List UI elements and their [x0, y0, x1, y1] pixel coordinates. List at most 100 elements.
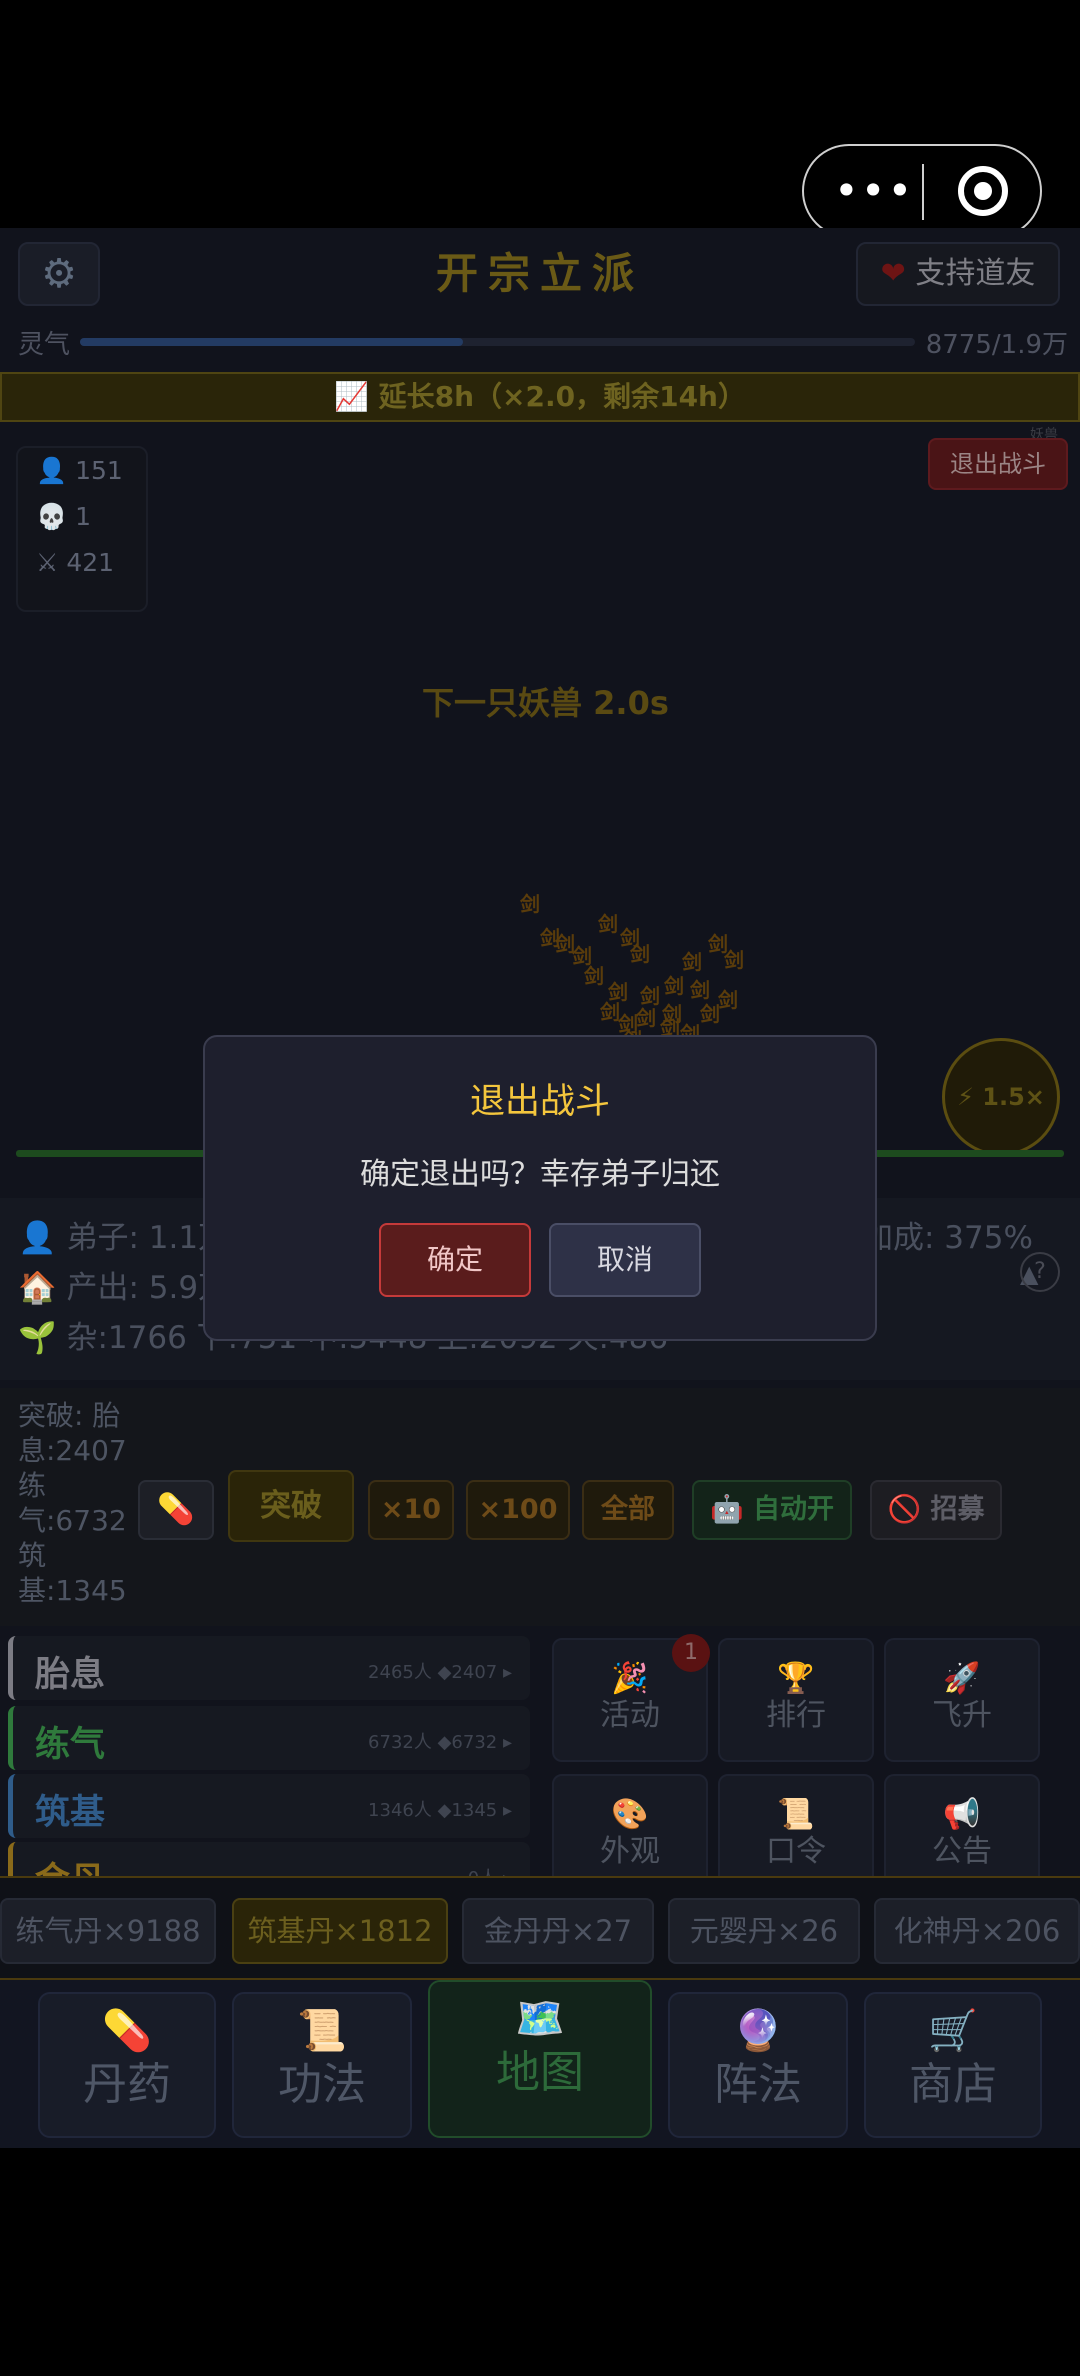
capsule-divider	[922, 164, 924, 220]
all-button[interactable]: 全部	[582, 1480, 674, 1540]
gear-icon[interactable]: ⚙	[18, 242, 100, 306]
exit-battle-dialog: 退出战斗 确定退出吗？幸存弟子归还 确定 取消	[203, 1035, 877, 1341]
rocket-icon: 🚀	[943, 1661, 981, 1696]
elixir-bar: 练气丹×9188 筑基丹×1812 金丹丹×27 元婴丹×26 化神丹×206	[0, 1876, 1080, 1980]
tile-label: 口令	[766, 1834, 826, 1869]
heart-icon: ❤	[880, 256, 906, 291]
cancel-button[interactable]: 取消	[549, 1223, 701, 1297]
map-icon: 🗺️	[515, 1996, 565, 2042]
realm-item-lianqi[interactable]: 练气 6732人 ◆6732 ▸	[8, 1706, 530, 1770]
breakthrough-status: 突破: 胎 息:2407 练 气:6732 筑 基:1345	[18, 1399, 127, 1607]
boost-banner[interactable]: 📈 延长8h（×2.0，剩余14h）	[0, 372, 1080, 422]
sword-projectile: 剑	[682, 950, 702, 974]
realm-meta: 6732人 ◆6732 ▸	[368, 1732, 512, 1753]
ascend-tile[interactable]: 🚀 飞升	[884, 1638, 1040, 1762]
breakthrough-panel: 突破: 胎 息:2407 练 气:6732 筑 基:1345 💊 突破 ×10 …	[0, 1388, 1080, 1626]
x10-button[interactable]: ×10	[368, 1480, 454, 1540]
support-label: 支持道友	[915, 256, 1036, 291]
nav-elixir[interactable]: 💊 丹药	[38, 1992, 216, 2138]
sword-projectile: 剑	[662, 1002, 682, 1026]
header: ⚙ 开宗立派 ❤ 支持道友	[0, 228, 1080, 318]
realm-item-taixi[interactable]: 胎息 2465人 ◆2407 ▸	[8, 1636, 530, 1700]
battle-stats: 👤 151 💀 1 ⚔ 421	[16, 446, 148, 612]
bonus-value: 加成: 375%	[862, 1220, 1033, 1256]
sword-projectile: 剑	[718, 988, 738, 1012]
scroll-icon: 📜	[777, 1797, 815, 1832]
elixir-huashen[interactable]: 化神丹×206	[874, 1898, 1080, 1964]
nav-label: 丹药	[83, 2059, 171, 2110]
sword-projectile: 剑	[724, 948, 744, 972]
help-button[interactable]: ?	[1020, 1252, 1060, 1292]
speed-toggle-button[interactable]: ⚡ 1.5×	[942, 1038, 1060, 1156]
elixir-lianqi[interactable]: 练气丹×9188	[0, 1898, 216, 1964]
exit-battle-button[interactable]: 退出战斗	[928, 438, 1068, 490]
tile-label: 排行	[766, 1698, 826, 1733]
realm-item-zhuji[interactable]: 筑基 1346人 ◆1345 ▸	[8, 1774, 530, 1838]
crystal-ball-icon: 🔮	[733, 2008, 783, 2054]
elixir-jindan[interactable]: 金丹丹×27	[462, 1898, 654, 1964]
scroll-icon: 📜	[297, 2008, 347, 2054]
kill-count: ⚔ 421	[36, 548, 115, 577]
nav-label: 功法	[278, 2059, 366, 2110]
next-beast-timer: 下一只妖兽 2.0s	[422, 684, 669, 722]
nav-label: 地图	[496, 2047, 584, 2098]
realm-item-jindan[interactable]: 金丹 0人 ▸	[8, 1842, 530, 1878]
announcement-tile[interactable]: 📢 公告	[884, 1774, 1040, 1876]
activity-badge: 1	[672, 1634, 710, 1672]
qi-value: 8775/1.9万	[925, 330, 1068, 360]
trophy-icon: 🏆	[777, 1661, 815, 1696]
nav-label: 商店	[909, 2059, 997, 2110]
realm-name: 金丹	[35, 1852, 105, 1878]
sword-projectile: 剑	[600, 1000, 620, 1024]
elixir-zhuji[interactable]: 筑基丹×1812	[232, 1898, 448, 1964]
tile-label: 飞升	[932, 1698, 992, 1733]
nav-formation[interactable]: 🔮 阵法	[668, 1992, 848, 2138]
palette-icon: 🎨	[611, 1797, 649, 1832]
qi-progress-bar	[80, 338, 915, 346]
pill-icon: 💊	[157, 1492, 195, 1527]
sword-projectile: 剑	[540, 926, 560, 950]
qi-progress-fill	[80, 338, 464, 346]
more-dots-icon[interactable]: •••	[834, 170, 914, 212]
support-button[interactable]: ❤ 支持道友	[856, 242, 1060, 306]
confirm-button[interactable]: 确定	[379, 1223, 531, 1297]
cart-icon: 🛒	[928, 2008, 978, 2054]
realm-name: 胎息	[35, 1655, 106, 1695]
pill-icon: 💊	[102, 2008, 152, 2054]
realm-meta: 1346人 ◆1345 ▸	[368, 1800, 512, 1821]
recruit-toggle-button[interactable]: 🚫 招募	[870, 1480, 1002, 1540]
sword-projectile: 剑	[584, 964, 604, 988]
nav-shop[interactable]: 🛒 商店	[864, 1992, 1042, 2138]
x100-button[interactable]: ×100	[466, 1480, 570, 1540]
tile-row-2: 🎨 外观 📜 口令 📢 公告	[552, 1774, 1052, 1876]
tile-label: 活动	[600, 1698, 660, 1733]
ranking-tile[interactable]: 🏆 排行	[718, 1638, 874, 1762]
disciple-count: 👤 151	[36, 456, 123, 485]
realm-name: 练气	[35, 1725, 106, 1765]
page-title: 开宗立派	[435, 249, 644, 298]
passcode-tile[interactable]: 📜 口令	[718, 1774, 874, 1876]
bottom-nav: 💊 丹药 📜 功法 🗺️ 地图 🔮 阵法 🛒 商店	[0, 1980, 1080, 2148]
sword-projectile: 剑	[700, 1002, 720, 1026]
output-value: 🏠 产出: 5.9万	[18, 1270, 230, 1306]
pill-icon-button[interactable]: 💊	[138, 1480, 214, 1540]
tile-label: 公告	[932, 1834, 992, 1869]
elixir-yuanying[interactable]: 元婴丹×26	[668, 1898, 860, 1964]
capsule-menu: •••	[802, 144, 1042, 238]
nav-label: 阵法	[714, 2059, 802, 2110]
sword-projectile: 剑	[664, 974, 684, 998]
tile-label: 外观	[600, 1834, 660, 1869]
nav-map[interactable]: 🗺️ 地图	[428, 1980, 652, 2138]
realm-list: 胎息 2465人 ◆2407 ▸ 练气 6732人 ◆6732 ▸ 筑基 134…	[0, 1630, 540, 1878]
sword-projectile: 剑	[520, 892, 540, 916]
sword-projectile: 剑	[598, 912, 618, 936]
dialog-message: 确定退出吗？幸存弟子归还	[360, 1157, 720, 1192]
breakthrough-button[interactable]: 突破	[228, 1470, 354, 1542]
disciples-count: 👤 弟子: 1.1万	[18, 1220, 230, 1256]
nav-technique[interactable]: 📜 功法	[232, 1992, 412, 2138]
appearance-tile[interactable]: 🎨 外观	[552, 1774, 708, 1876]
target-circle-icon[interactable]	[958, 166, 1008, 216]
dialog-title: 退出战斗	[469, 1082, 610, 1122]
auto-open-button[interactable]: 🤖 自动开	[692, 1480, 852, 1540]
qi-label: 灵气	[18, 330, 71, 360]
